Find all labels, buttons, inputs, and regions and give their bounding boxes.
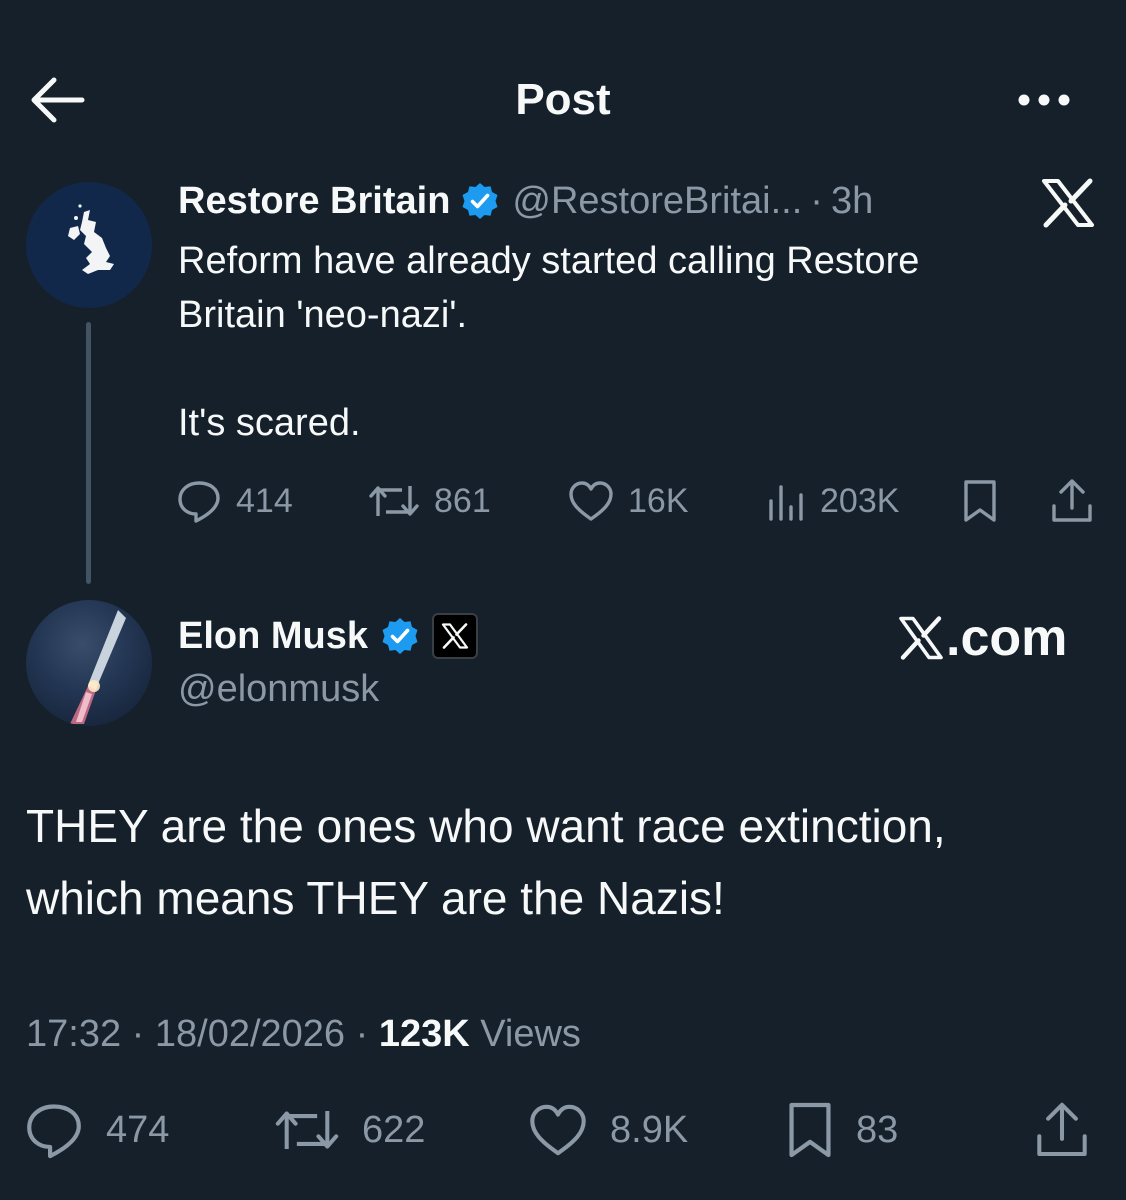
main-post-text: THEY are the ones who want race extincti… xyxy=(26,790,1106,934)
author-name[interactable]: Restore Britain xyxy=(178,180,450,223)
restore-britain-avatar[interactable] xyxy=(26,182,152,308)
reply-button[interactable]: 414 xyxy=(176,476,293,526)
share-icon xyxy=(1052,479,1092,522)
views-button[interactable]: 203K xyxy=(766,476,899,526)
post-text-line: THEY are the ones who want race extincti… xyxy=(26,800,946,852)
post-time[interactable]: 17:32 xyxy=(26,1013,121,1055)
verified-badge-icon xyxy=(382,618,418,654)
like-button[interactable]: 16K xyxy=(568,476,689,526)
post-text-line: It's scared. xyxy=(178,402,361,444)
views-label: Views xyxy=(480,1013,581,1055)
x-logo-icon xyxy=(899,616,943,660)
views-icon xyxy=(769,485,803,521)
bookmark-icon xyxy=(964,480,996,522)
quoted-post-header: Restore Britain @RestoreBritai... · 3h xyxy=(178,176,873,226)
x-affiliate-badge[interactable] xyxy=(432,613,479,659)
share-button[interactable] xyxy=(1034,1100,1112,1160)
views-count[interactable]: 123K xyxy=(379,1013,470,1055)
reply-count: 474 xyxy=(106,1108,170,1151)
bookmark-button[interactable] xyxy=(962,476,1012,526)
repost-count: 622 xyxy=(362,1108,426,1151)
post-text-line: Britain 'neo-nazi'. xyxy=(178,294,468,336)
repost-button[interactable]: 622 xyxy=(274,1100,425,1160)
separator-dot: · xyxy=(131,1013,145,1055)
thread-connector-line xyxy=(86,322,91,584)
author-name[interactable]: Elon Musk xyxy=(178,615,368,658)
brand-suffix: .com xyxy=(946,609,1068,667)
like-icon xyxy=(569,481,613,521)
repost-count: 861 xyxy=(434,481,491,520)
author-handle[interactable]: @elonmusk xyxy=(178,664,379,714)
share-icon xyxy=(1037,1102,1087,1156)
uk-map-icon xyxy=(68,204,114,274)
post-time[interactable]: 3h xyxy=(831,180,873,223)
elon-musk-avatar[interactable] xyxy=(26,600,152,726)
author-handle[interactable]: @RestoreBritai... xyxy=(512,180,802,223)
x-logo-icon xyxy=(441,623,469,649)
share-button[interactable] xyxy=(1050,476,1108,526)
post-date[interactable]: 18/02/2026 xyxy=(155,1013,345,1055)
bookmark-button[interactable]: 83 xyxy=(786,1100,898,1160)
like-count: 8.9K xyxy=(610,1108,689,1151)
like-icon xyxy=(530,1104,586,1156)
post-metadata: 17:32 · 18/02/2026 · 123K Views xyxy=(26,1008,581,1060)
more-options-button[interactable] xyxy=(1010,80,1078,120)
separator-dot: · xyxy=(810,179,823,222)
repost-icon xyxy=(369,486,419,516)
post-text-line: which means THEY are the Nazis! xyxy=(26,872,725,924)
reply-count: 414 xyxy=(236,481,293,520)
repost-icon xyxy=(275,1110,339,1150)
repost-button[interactable]: 861 xyxy=(368,476,491,526)
bookmark-icon xyxy=(789,1102,831,1158)
like-button[interactable]: 8.9K xyxy=(528,1100,688,1160)
reply-icon xyxy=(27,1104,81,1159)
post-text-line: Reform have already started calling Rest… xyxy=(178,240,920,282)
verified-badge-icon xyxy=(462,183,498,219)
reply-button[interactable]: 474 xyxy=(24,1100,169,1160)
bookmark-count: 83 xyxy=(856,1108,899,1151)
separator-dot: · xyxy=(355,1013,369,1055)
x-logo-icon xyxy=(1040,178,1096,228)
reply-icon xyxy=(178,481,220,523)
more-icon xyxy=(1018,94,1070,106)
views-count: 203K xyxy=(820,481,900,520)
xcom-watermark: .com xyxy=(898,609,1067,667)
quoted-post-text: Reform have already started calling Rest… xyxy=(178,234,1078,450)
rocket-image xyxy=(70,610,126,724)
main-post-header: Elon Musk xyxy=(178,610,479,662)
page-title: Post xyxy=(515,75,611,124)
like-count: 16K xyxy=(628,481,689,520)
